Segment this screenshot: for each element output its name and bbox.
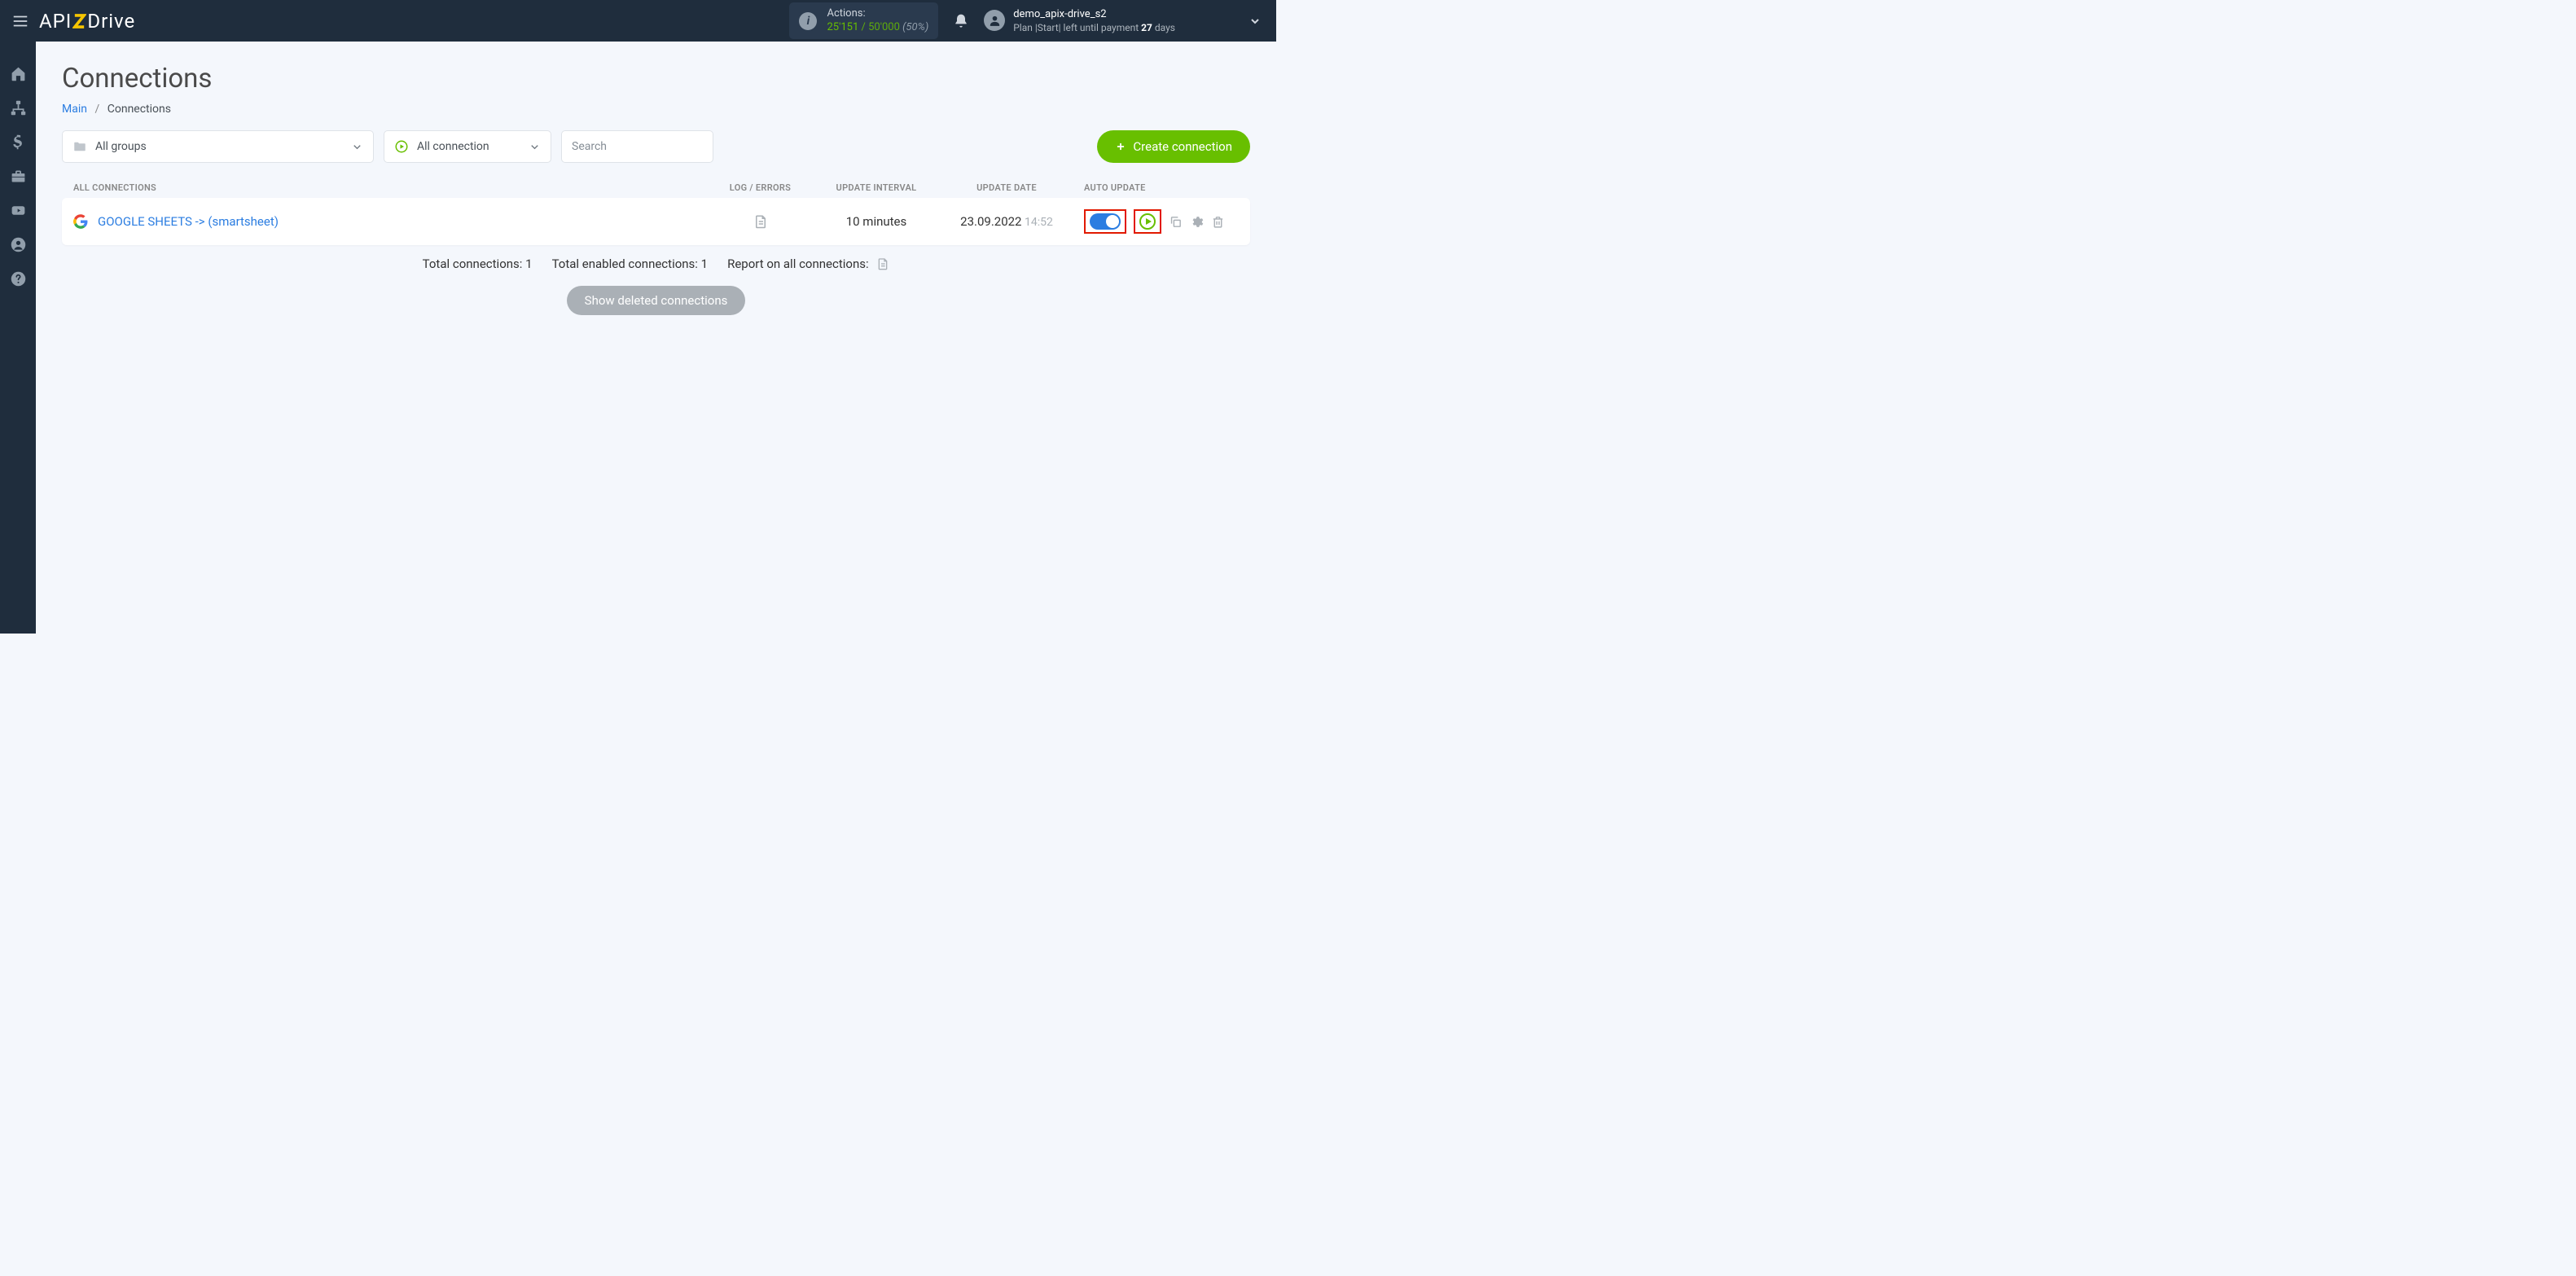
actions-used: 25'151: [827, 21, 858, 33]
user-menu[interactable]: demo_apix-drive_s2 Plan |Start| left unt…: [984, 7, 1175, 35]
actions-label: Actions:: [827, 7, 928, 21]
nav-home-icon[interactable]: [0, 56, 36, 90]
show-deleted-button[interactable]: Show deleted connections: [567, 286, 746, 315]
hamburger-icon[interactable]: [11, 12, 29, 30]
logo[interactable]: API Drive: [39, 8, 135, 34]
status-select-label: All connection: [417, 140, 529, 153]
summary-line: Total connections: 1 Total enabled conne…: [62, 257, 1250, 271]
user-name: demo_apix-drive_s2: [1013, 7, 1175, 22]
highlight-auto-toggle: [1084, 209, 1126, 234]
status-select[interactable]: All connection: [384, 130, 551, 163]
create-connection-button[interactable]: Create connection: [1097, 130, 1250, 163]
actions-percent: (50%): [900, 21, 928, 33]
summary-enabled: Total enabled connections: 1: [552, 257, 709, 271]
row-update-date: 23.09.2022 14:52: [937, 214, 1076, 229]
th-log: LOG / ERRORS: [705, 182, 815, 193]
page-title: Connections: [62, 63, 1250, 94]
report-document-icon[interactable]: [876, 257, 889, 271]
actions-text: Actions: 25'151 / 50'000 (50%): [827, 7, 928, 35]
plan-line: Plan |Start| left until payment 27 days: [1013, 21, 1175, 34]
search-input[interactable]: [572, 140, 703, 153]
run-now-button[interactable]: [1139, 213, 1156, 230]
user-menu-chevron-icon[interactable]: [1249, 15, 1262, 28]
groups-select-label: All groups: [95, 140, 351, 153]
th-name: ALL CONNECTIONS: [73, 182, 705, 193]
notifications-icon[interactable]: [953, 13, 969, 29]
nav-billing-icon[interactable]: [0, 125, 36, 159]
avatar-icon: [984, 10, 1005, 31]
table-row: GOOGLE SHEETS -> (smartsheet) 10 minutes…: [62, 198, 1250, 245]
auto-update-toggle[interactable]: [1090, 213, 1121, 230]
main-content: Connections Main / Connections All group…: [36, 42, 1276, 634]
th-auto: AUTO UPDATE: [1076, 182, 1239, 193]
sidebar: [0, 42, 36, 634]
top-bar: API Drive i Actions: 25'151 / 50'000 (50…: [0, 0, 1276, 42]
th-date: UPDATE DATE: [937, 182, 1076, 193]
nav-profile-icon[interactable]: [0, 227, 36, 261]
plus-icon: [1115, 141, 1126, 152]
summary-total: Total connections: 1: [423, 257, 533, 271]
filter-bar: All groups All connection: [62, 130, 1250, 163]
user-info: demo_apix-drive_s2 Plan |Start| left unt…: [1013, 7, 1175, 35]
delete-trash-icon[interactable]: [1211, 215, 1225, 229]
row-actions: [1076, 209, 1239, 234]
connection-link[interactable]: GOOGLE SHEETS -> (smartsheet): [98, 214, 279, 229]
actions-quota: / 50'000: [858, 21, 900, 33]
breadcrumb-separator: /: [94, 103, 99, 116]
nav-briefcase-icon[interactable]: [0, 159, 36, 193]
th-interval: UPDATE INTERVAL: [815, 182, 937, 193]
search-field[interactable]: [561, 130, 713, 163]
copy-icon[interactable]: [1169, 215, 1183, 229]
logo-suffix: Drive: [87, 10, 135, 33]
folder-icon: [72, 139, 87, 154]
create-connection-label: Create connection: [1133, 139, 1232, 154]
row-interval: 10 minutes: [815, 214, 937, 229]
nav-help-icon[interactable]: [0, 261, 36, 296]
settings-gear-icon[interactable]: [1190, 215, 1204, 229]
table-header: ALL CONNECTIONS LOG / ERRORS UPDATE INTE…: [62, 178, 1250, 198]
summary-report: Report on all connections:: [727, 257, 889, 271]
chevron-down-icon: [351, 141, 363, 153]
info-icon: i: [799, 12, 817, 30]
google-icon: [73, 214, 88, 229]
groups-select[interactable]: All groups: [62, 130, 374, 163]
play-circle-icon: [394, 139, 409, 154]
nav-video-icon[interactable]: [0, 193, 36, 227]
highlight-play: [1134, 209, 1161, 234]
breadcrumb-current: Connections: [108, 103, 171, 116]
log-document-icon[interactable]: [753, 214, 768, 229]
breadcrumb: Main / Connections: [62, 103, 1250, 116]
breadcrumb-main[interactable]: Main: [62, 103, 87, 116]
logo-prefix: API: [39, 10, 72, 33]
nav-connections-icon[interactable]: [0, 90, 36, 125]
chevron-down-icon: [529, 141, 541, 153]
actions-panel[interactable]: i Actions: 25'151 / 50'000 (50%): [789, 2, 938, 40]
